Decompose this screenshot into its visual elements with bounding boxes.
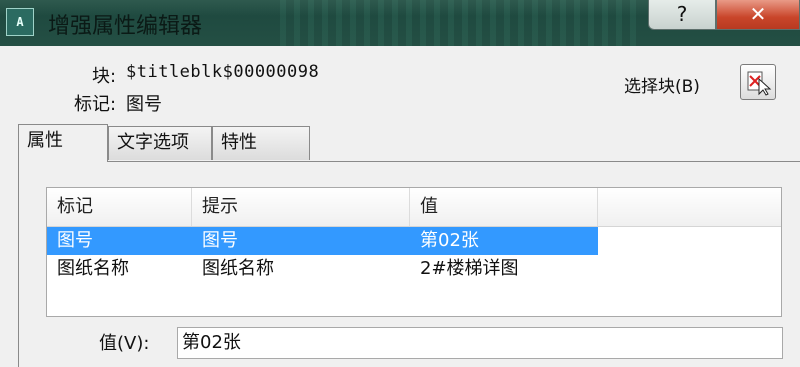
tab-strip: 属性 文字选项 特性	[18, 124, 798, 162]
tab-text-options[interactable]: 文字选项	[108, 126, 212, 160]
value-input[interactable]: 第02张	[177, 327, 783, 359]
table-row[interactable]: 图号 图号 第02张	[47, 227, 598, 255]
title-bar[interactable]: A 增强属性编辑器 ? ✕	[0, 0, 800, 46]
row-value: 第02张	[420, 230, 479, 251]
row-prompt: 图号	[202, 230, 238, 251]
attribute-list[interactable]: 标记 提示 值 图号 图号 第02张 图纸名称 图纸名称 2#楼梯详图	[46, 187, 782, 317]
select-block-label: 选择块(B)	[624, 77, 700, 97]
row-prompt: 图纸名称	[202, 258, 274, 279]
table-row[interactable]: 图纸名称 图纸名称 2#楼梯详图	[47, 255, 598, 283]
column-header-prompt[interactable]: 提示	[192, 188, 410, 226]
column-header-filler	[598, 188, 781, 226]
dialog-body: 块: $titleblk$00000098 标记: 图号 选择块(B) 属性 文…	[0, 46, 800, 367]
window-title: 增强属性编辑器	[48, 14, 203, 39]
block-label: 块:	[92, 66, 117, 87]
column-header-value[interactable]: 值	[410, 188, 598, 226]
tag-label: 标记:	[74, 94, 117, 115]
close-button[interactable]: ✕	[716, 0, 800, 30]
block-name-value: $titleblk$00000098	[126, 62, 320, 82]
select-block-icon	[747, 71, 772, 96]
tab-properties[interactable]: 特性	[212, 126, 310, 160]
row-value: 2#楼梯详图	[420, 258, 519, 279]
tab-attributes[interactable]: 属性	[18, 124, 108, 162]
attributes-panel: 标记 提示 值 图号 图号 第02张 图纸名称 图纸名称 2#楼梯详图 值(V)…	[18, 161, 800, 367]
select-block-button[interactable]	[740, 64, 776, 100]
value-label: 值(V):	[99, 333, 150, 354]
help-button[interactable]: ?	[648, 0, 716, 30]
row-tag: 图号	[57, 230, 93, 251]
app-icon: A	[6, 8, 34, 36]
list-header: 标记 提示 值	[47, 188, 781, 227]
row-tag: 图纸名称	[57, 258, 129, 279]
column-header-tag[interactable]: 标记	[47, 188, 192, 226]
tag-value: 图号	[126, 94, 162, 115]
title-bar-background	[280, 0, 640, 46]
